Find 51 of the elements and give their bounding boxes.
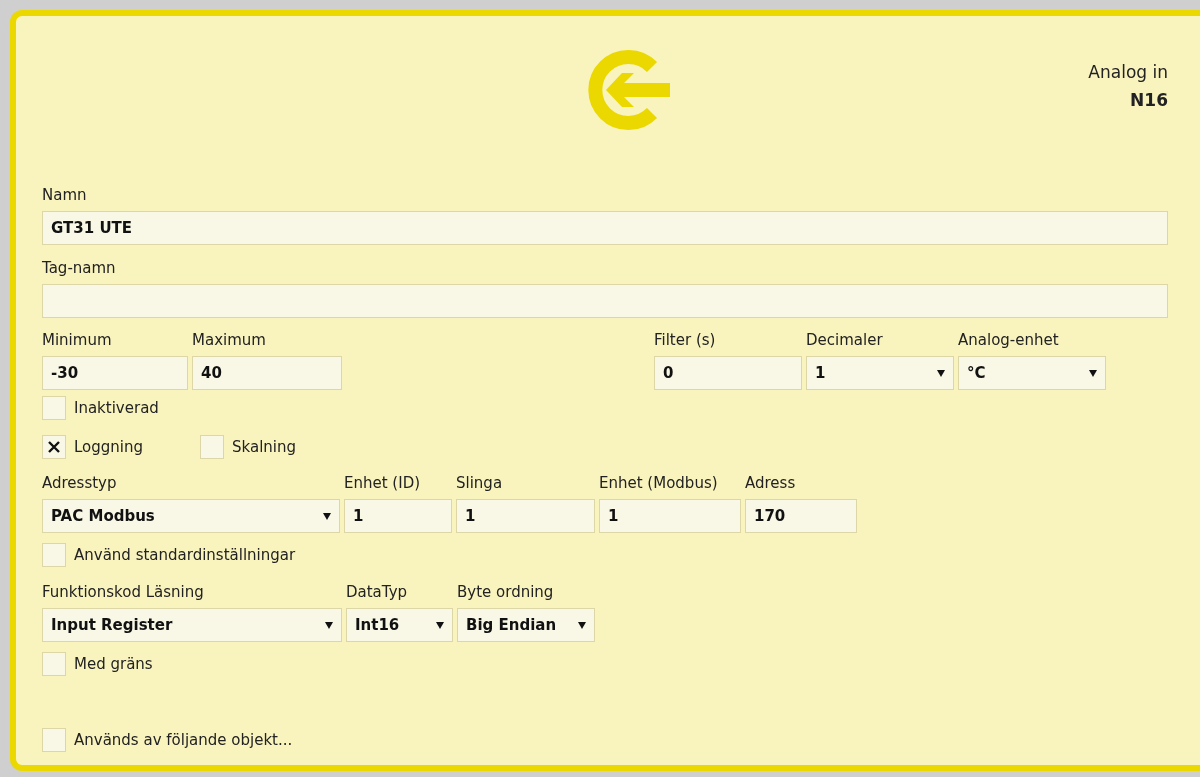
input-field[interactable] (42, 284, 1168, 318)
field-label: Maximum (192, 330, 267, 350)
input-field[interactable]: -30 (42, 356, 188, 390)
checkbox-label: Inaktiverad (74, 399, 159, 417)
caret-icon (1089, 369, 1097, 377)
checkbox[interactable] (200, 435, 224, 459)
checkbox-label: Används av följande objekt... (74, 731, 293, 749)
field-label: Filter (s) (654, 330, 717, 350)
caret-icon (323, 512, 331, 520)
input-field[interactable]: 40 (192, 356, 342, 390)
caret-icon (325, 621, 333, 629)
input-field[interactable]: 1 (599, 499, 741, 533)
checkbox-label: Skalning (232, 438, 296, 456)
checkbox-label: Använd standardinställningar (74, 546, 296, 564)
field-label: Analog-enhet (958, 330, 1060, 350)
field-label: Adress (745, 473, 797, 493)
checkbox[interactable] (42, 396, 66, 420)
dropdown[interactable]: 1 (806, 356, 954, 390)
checkbox-label: Med gräns (74, 655, 153, 673)
dropdown[interactable]: Input Register (42, 608, 342, 642)
field-label: Adresstyp (42, 473, 118, 493)
checkbox[interactable] (42, 435, 66, 459)
dropdown[interactable]: °C (958, 356, 1106, 390)
dropdown[interactable]: Int16 (346, 608, 453, 642)
input-field[interactable]: 0 (654, 356, 802, 390)
checkbox[interactable] (42, 652, 66, 676)
checkbox[interactable] (42, 543, 66, 567)
dropdown[interactable]: PAC Modbus (42, 499, 340, 533)
checkbox[interactable] (42, 728, 66, 752)
object-type: Analog in (1088, 62, 1168, 82)
caret-icon (436, 621, 444, 629)
check-x-icon (48, 441, 60, 453)
object-id: N16 (1130, 90, 1168, 110)
field-label: Minimum (42, 330, 113, 350)
field-label: DataTyp (346, 582, 409, 602)
input-field[interactable]: 1 (344, 499, 452, 533)
field-label: Namn (42, 185, 88, 205)
field-label: Funktionskod Läsning (42, 582, 205, 602)
caret-icon (937, 369, 945, 377)
field-label: Tag-namn (42, 258, 117, 278)
field-label: Enhet (ID) (344, 473, 422, 493)
caret-icon (578, 621, 586, 629)
field-label: Byte ordning (457, 582, 555, 602)
checkbox-label: Loggning (74, 438, 144, 456)
input-field[interactable]: 170 (745, 499, 857, 533)
field-label: Decimaler (806, 330, 884, 350)
field-label: Slinga (456, 473, 504, 493)
dropdown[interactable]: Big Endian (457, 608, 595, 642)
field-label: Enhet (Modbus) (599, 473, 719, 493)
input-field[interactable]: 1 (456, 499, 595, 533)
input-field[interactable]: GT31 UTE (42, 211, 1168, 245)
